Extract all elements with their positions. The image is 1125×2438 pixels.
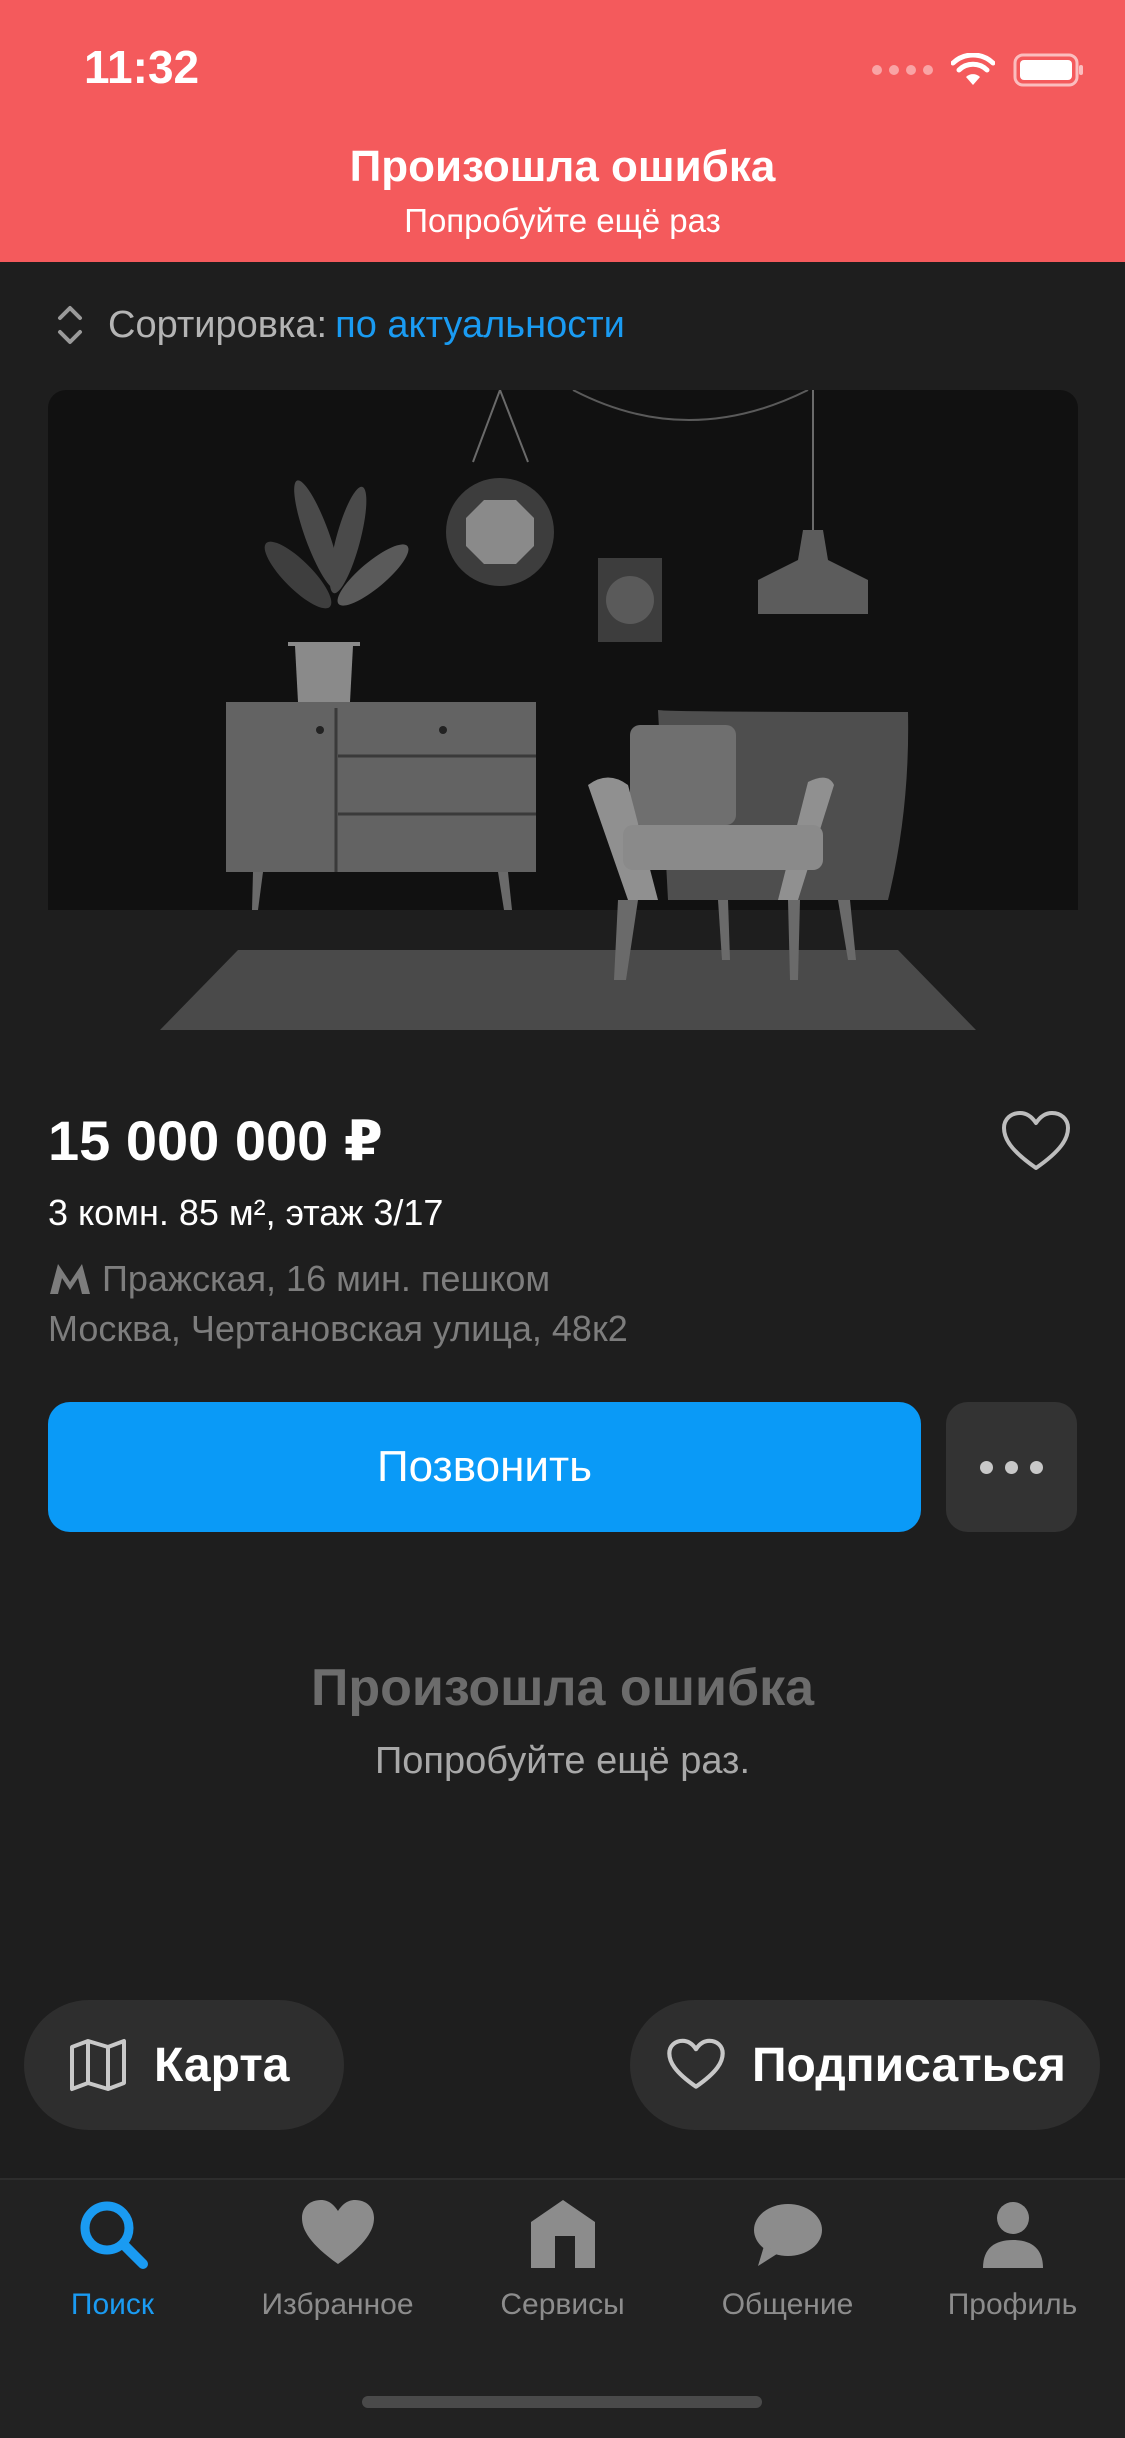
favorite-heart-icon[interactable] [1000,1110,1072,1174]
search-icon [80,2201,148,2269]
metro-station: Пражская, 16 мин. пешком [102,1258,551,1299]
tab-chat[interactable]: Общение [675,2196,900,2322]
more-dots-icon [980,1460,993,1474]
error-subtitle: Попробуйте ещё раз. [374,1740,751,1782]
sort-control[interactable]: Сортировка: по актуальности [52,300,625,350]
sort-label: Сортировка: [108,303,328,346]
heart-icon [301,2200,374,2264]
tab-search-label: Поиск [70,2288,155,2321]
chat-icon [753,2204,822,2266]
call-button[interactable]: Позвонить [48,1402,921,1532]
tab-profile[interactable]: Профиль [900,2196,1125,2322]
cellular-signal-icon [872,65,933,75]
tab-search[interactable]: Поиск [0,2196,225,2322]
battery-icon [1013,53,1083,87]
subscribe-button-label: Подписаться [752,2038,1066,2092]
metro-icon [50,1264,90,1294]
sort-chevrons-icon [58,306,82,344]
metro-info: Пражская, 16 мин. пешком [48,1258,550,1300]
tab-profile-label: Профиль [947,2288,1078,2321]
profile-icon [982,2202,1043,2268]
tab-favorites-label: Избранное [261,2288,414,2321]
listing-price: 15 000 000 ₽ [48,1109,383,1172]
wifi-icon [951,53,995,85]
error-title: Произошла ошибка [310,1659,815,1717]
services-icon [530,2200,595,2268]
map-button[interactable]: Карта [24,2000,344,2130]
map-icon [70,2039,126,2091]
map-button-label: Карта [154,2038,290,2092]
listing-details: 3 комн. 85 м², этаж 3/17 [48,1192,444,1233]
tab-services[interactable]: Сервисы [450,2196,675,2322]
status-icons [872,50,1085,90]
sort-value[interactable]: по актуальности [335,304,625,347]
tab-chat-label: Общение [721,2288,854,2321]
status-time: 11:32 [84,41,200,93]
banner-title: Произошла ошибка [349,142,776,191]
tab-favorites[interactable]: Избранное [225,2196,450,2322]
subscribe-button[interactable]: Подписаться [630,2000,1100,2130]
listing-address: Москва, Чертановская улица, 48к2 [48,1308,628,1349]
heart-outline-icon [667,2038,725,2089]
home-indicator[interactable] [362,2396,762,2408]
listing-photo-placeholder[interactable] [48,390,1078,1030]
tab-services-label: Сервисы [500,2288,625,2321]
more-options-button[interactable] [946,1402,1077,1532]
banner-subtitle: Попробуйте ещё раз [404,202,721,239]
